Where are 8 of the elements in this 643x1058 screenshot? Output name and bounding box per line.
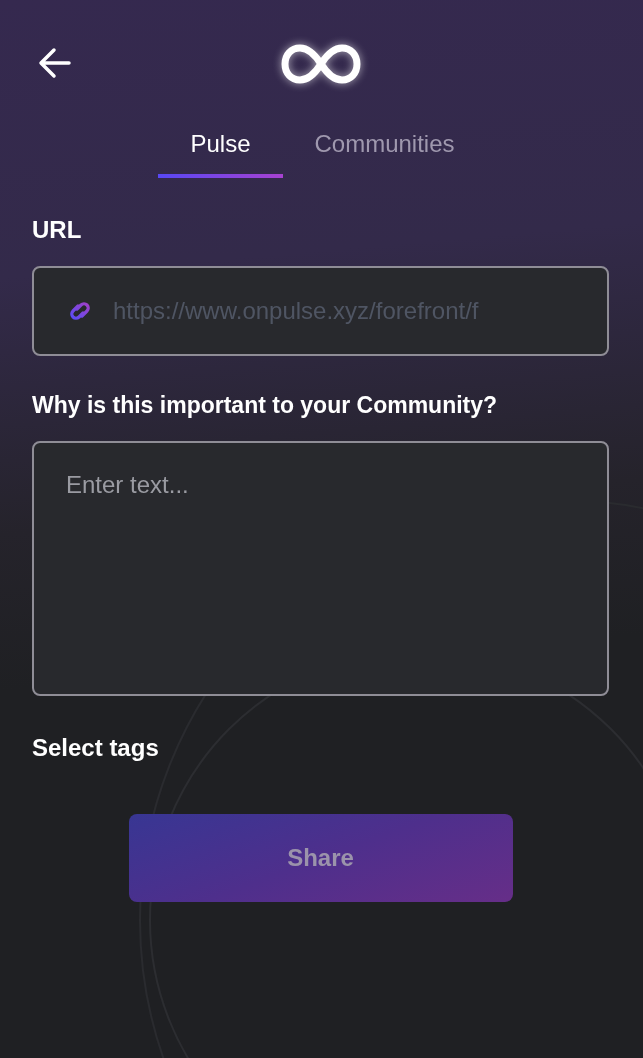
tab[interactable]: Pulse (158, 128, 283, 178)
tags-label: Select tags (32, 734, 160, 762)
tab[interactable]: Communities (314, 128, 455, 178)
field-label: Why is this important to your Community? (32, 392, 499, 419)
field-label: URL (32, 216, 83, 244)
infinity-logo-icon (280, 43, 361, 85)
text-area[interactable]: Enter text... (32, 441, 609, 696)
back-arrow-icon[interactable] (38, 47, 72, 79)
